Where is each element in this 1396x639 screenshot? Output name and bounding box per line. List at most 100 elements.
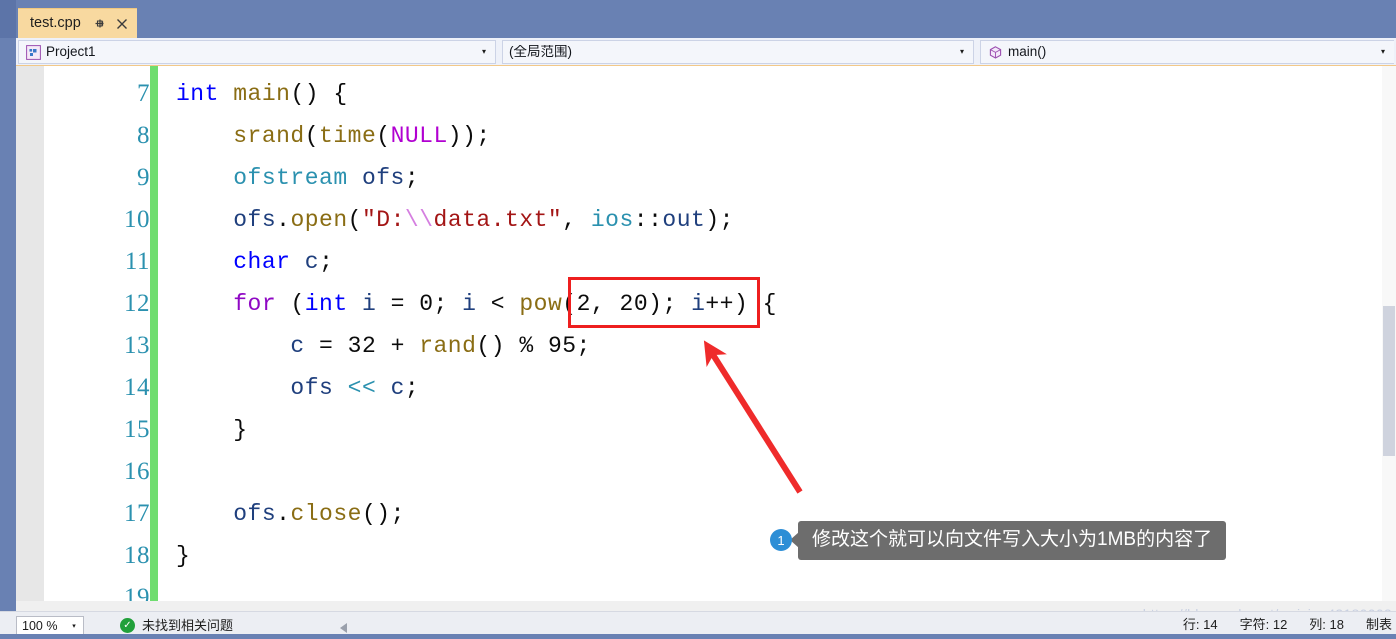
code-line[interactable]: ofs << c;: [176, 367, 419, 409]
code-token: int: [176, 81, 219, 107]
vertical-scrollbar-thumb[interactable]: [1383, 306, 1395, 456]
code-token: close: [290, 501, 362, 527]
vertical-scrollbar[interactable]: [1382, 66, 1396, 611]
line-number: 17: [124, 500, 150, 527]
project-dropdown[interactable]: Project1 ▾: [18, 40, 496, 64]
code-line[interactable]: int main() {: [176, 73, 348, 115]
code-token: open: [290, 207, 348, 233]
method-icon: [987, 44, 1003, 60]
callout-text: 修改这个就可以向文件写入大小为1MB的内容了: [798, 521, 1227, 560]
code-line[interactable]: ofs.close();: [176, 493, 405, 535]
triangle-left-icon[interactable]: [340, 623, 347, 633]
code-token: time: [319, 123, 377, 149]
code-token: (: [376, 123, 391, 149]
change-indicator-bar: [150, 66, 158, 611]
editor-left-edge: [0, 66, 16, 611]
code-line[interactable]: char c;: [176, 241, 333, 283]
scope-dropdown-label: (全局范围): [509, 45, 572, 59]
line-number: 11: [124, 248, 150, 275]
code-token: +: [376, 333, 420, 359]
code-line[interactable]: srand(time(NULL));: [176, 115, 491, 157]
code-token: ;: [433, 291, 463, 317]
chevron-down-icon[interactable]: ▾: [68, 623, 80, 630]
code-line[interactable]: ofs.open("D:\\data.txt", ios::out);: [176, 199, 734, 241]
code-line[interactable]: ofstream ofs;: [176, 157, 419, 199]
line-number: 8: [137, 122, 150, 149]
project-icon: [25, 44, 41, 60]
chevron-down-icon[interactable]: ▾: [1376, 48, 1390, 56]
scope-dropdown[interactable]: (全局范围) ▾: [502, 40, 974, 64]
code-token: i: [691, 291, 706, 317]
code-token: (): [476, 333, 520, 359]
tab-strip-left-edge: [0, 0, 16, 38]
status-column-number: 列: 18: [1309, 617, 1344, 632]
code-token: 2: [576, 291, 591, 317]
check-circle-icon: ✓: [120, 618, 135, 633]
code-token: (: [276, 291, 305, 317]
code-token: \\: [404, 207, 434, 233]
callout-badge: 1: [770, 529, 792, 552]
code-token: ofs: [233, 207, 277, 233]
horizontal-scrollbar[interactable]: [16, 601, 1396, 611]
code-token: <: [476, 291, 520, 317]
code-token: (: [562, 291, 577, 317]
code-token: (: [347, 207, 362, 233]
code-token: int: [304, 291, 348, 317]
code-token: data.txt": [433, 207, 563, 233]
code-token: {: [762, 291, 777, 317]
tab-test-cpp[interactable]: test.cpp: [18, 8, 137, 38]
pin-icon[interactable]: [93, 16, 107, 32]
code-token: ));: [447, 123, 491, 149]
status-line-number: 行: 14: [1182, 617, 1218, 632]
code-token: char: [233, 249, 291, 275]
code-token: out: [662, 207, 706, 233]
tab-strip: test.cpp: [0, 0, 1396, 38]
zoom-level-dropdown[interactable]: 100 % ▾: [16, 616, 84, 636]
code-token: ,: [562, 207, 591, 233]
code-token: ,: [590, 291, 620, 317]
code-token: c: [304, 249, 320, 275]
code-line[interactable]: }: [176, 409, 248, 451]
status-char-number: 字符: 12: [1239, 617, 1288, 632]
code-token: c: [390, 375, 405, 401]
code-token: %: [519, 333, 548, 359]
code-token: ios: [590, 207, 634, 233]
close-icon[interactable]: [115, 16, 129, 32]
member-dropdown[interactable]: main() ▾: [980, 40, 1394, 64]
error-status[interactable]: ✓ 未找到相关问题: [120, 618, 233, 633]
line-number: 12: [124, 290, 150, 317]
line-number: 13: [124, 332, 150, 359]
code-token: ofs: [290, 375, 334, 401]
chevron-down-icon[interactable]: ▾: [477, 48, 491, 56]
code-token: );: [705, 207, 734, 233]
project-dropdown-label: Project1: [46, 45, 96, 59]
code-token: ofstream: [233, 165, 348, 191]
chevron-down-icon[interactable]: ▾: [955, 48, 969, 56]
line-number: 7: [137, 80, 150, 107]
line-number: 9: [137, 164, 150, 191]
code-token: );: [648, 291, 692, 317]
code-line[interactable]: }: [176, 535, 190, 577]
line-number: 14: [124, 374, 150, 401]
code-token: pow: [519, 291, 563, 317]
code-token: NULL: [390, 123, 448, 149]
code-token: ();: [361, 501, 405, 527]
line-number: 16: [124, 458, 150, 485]
breakpoint-margin[interactable]: [16, 66, 44, 611]
line-number: 15: [124, 416, 150, 443]
code-line[interactable]: for (int i = 0; i < pow(2, 20); i++) {: [176, 283, 777, 325]
code-line[interactable]: c = 32 + rand() % 95;: [176, 325, 591, 367]
code-token: .: [276, 207, 291, 233]
code-token: ::: [633, 207, 663, 233]
code-token: ++: [705, 291, 734, 317]
code-token: (): [290, 81, 320, 107]
error-status-label: 未找到相关问题: [142, 618, 234, 633]
